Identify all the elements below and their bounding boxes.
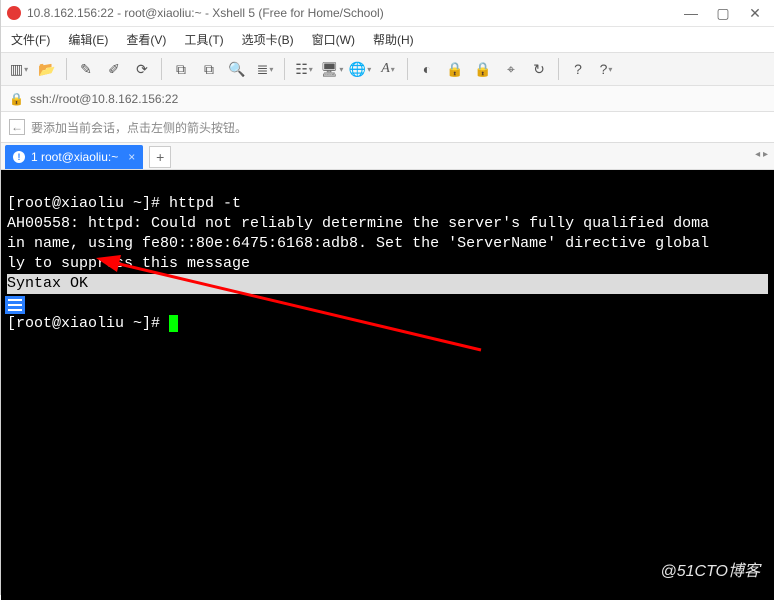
terminal-line: ly to suppress this message (7, 255, 250, 272)
toolbar-help1[interactable]: ? (566, 57, 590, 81)
terminal[interactable]: [root@xiaoliu ~]# httpd -t AH00558: http… (1, 170, 774, 600)
toolbar-help2[interactable]: ?▾ (594, 57, 618, 81)
menu-edit[interactable]: 编辑(E) (68, 31, 108, 48)
toolbar-host[interactable]: 🖥▾ (320, 57, 344, 81)
tab-close-button[interactable]: × (128, 150, 135, 164)
toolbar-refresh[interactable]: ↻ (527, 57, 551, 81)
toolbar-target[interactable]: ⌖ (499, 57, 523, 81)
toolbar-lock1[interactable]: 🔒 (443, 57, 467, 81)
toolbar-open[interactable]: 📂 (35, 57, 59, 81)
toolbar-separator (558, 58, 559, 80)
tab-label: 1 root@xiaoliu:~ (31, 150, 118, 164)
lock-icon: 🔒 (9, 92, 24, 106)
menu-tabs[interactable]: 选项卡(B) (242, 31, 294, 48)
window-titlebar: 10.8.162.156:22 - root@xiaoliu:~ - Xshel… (1, 0, 774, 26)
toolbar-reconnect[interactable]: ⟳ (130, 57, 154, 81)
toolbar-align[interactable]: ≣▾ (253, 57, 277, 81)
window-minimize-button[interactable]: — (678, 5, 704, 21)
address-text[interactable]: ssh://root@10.8.162.156:22 (30, 92, 178, 106)
terminal-line: in name, using fe80::80e:6475:6168:adb8.… (7, 235, 709, 252)
menu-tools[interactable]: 工具(T) (184, 31, 223, 48)
menubar: 文件(F) 编辑(E) 查看(V) 工具(T) 选项卡(B) 窗口(W) 帮助(… (1, 26, 774, 52)
tab-scroll-buttons[interactable]: ◂ ▸ (755, 149, 768, 160)
app-icon (7, 6, 21, 20)
address-bar: 🔒 ssh://root@10.8.162.156:22 (1, 86, 774, 112)
toolbar-separator (407, 58, 408, 80)
toolbar-paste[interactable]: ⧉ (197, 57, 221, 81)
new-tab-button[interactable]: + (149, 146, 171, 168)
session-tab-active[interactable]: ! 1 root@xiaoliu:~ × (5, 145, 143, 169)
hint-text: 要添加当前会话，点击左侧的箭头按钮。 (31, 119, 247, 136)
hamburger-icon[interactable] (5, 296, 25, 314)
menu-file[interactable]: 文件(F) (11, 31, 50, 48)
tab-strip: ! 1 root@xiaoliu:~ × + ◂ ▸ (1, 142, 774, 170)
toolbar-quick-connect[interactable]: ✎ (74, 57, 98, 81)
window-close-button[interactable]: ✕ (742, 5, 768, 22)
toolbar: ▥▾ 📂 ✎ ✐ ⟳ ⧉ ⧉ 🔍 ≣▾ ☷▾ 🖥▾ 🌐▾ A▾ ◐ 🔒 🔒 ⌖ … (1, 52, 774, 86)
toolbar-brush[interactable]: ✐ (102, 57, 126, 81)
add-session-button[interactable]: ← (9, 119, 25, 135)
toolbar-sessions[interactable]: ☷▾ (292, 57, 316, 81)
toolbar-copy[interactable]: ⧉ (169, 57, 193, 81)
hint-bar: ← 要添加当前会话，点击左侧的箭头按钮。 (1, 112, 774, 142)
toolbar-find[interactable]: 🔍 (225, 57, 249, 81)
window-maximize-button[interactable]: ▢ (710, 5, 736, 22)
toolbar-separator (66, 58, 67, 80)
menu-window[interactable]: 窗口(W) (312, 31, 355, 48)
window-title: 10.8.162.156:22 - root@xiaoliu:~ - Xshel… (27, 6, 384, 20)
terminal-line: AH00558: httpd: Could not reliably deter… (7, 215, 709, 232)
toolbar-font[interactable]: A▾ (376, 57, 400, 81)
terminal-line-highlighted: Syntax OK (7, 274, 768, 294)
menu-help[interactable]: 帮助(H) (373, 31, 414, 48)
toolbar-encoding[interactable]: 🌐▾ (348, 57, 372, 81)
watermark: @51CTO博客 (660, 557, 760, 581)
terminal-cursor (169, 315, 178, 332)
toolbar-separator (161, 58, 162, 80)
terminal-line: [root@xiaoliu ~]# httpd -t (7, 195, 241, 212)
toolbar-separator (284, 58, 285, 80)
toolbar-color-scheme[interactable]: ◐ (415, 57, 439, 81)
toolbar-new-session[interactable]: ▥▾ (7, 57, 31, 81)
tab-status-icon: ! (13, 151, 25, 163)
terminal-prompt: [root@xiaoliu ~]# (7, 315, 169, 332)
menu-view[interactable]: 查看(V) (126, 31, 166, 48)
toolbar-lock2[interactable]: 🔒 (471, 57, 495, 81)
